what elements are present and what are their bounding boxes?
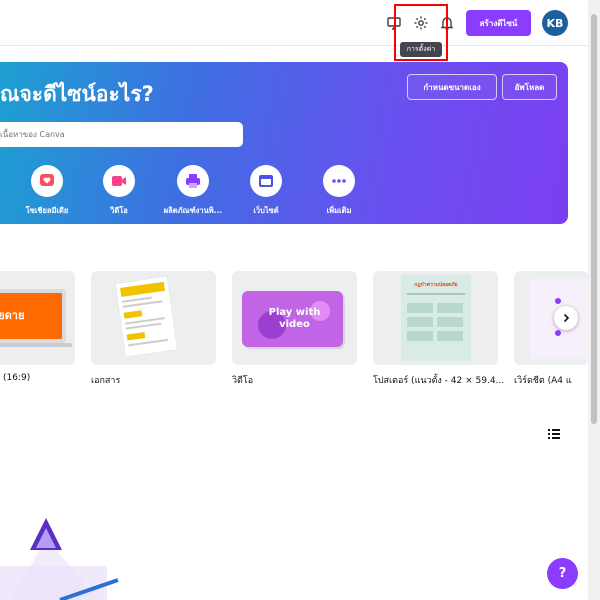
empty-state-illustration xyxy=(0,518,119,600)
avatar[interactable]: KB xyxy=(542,10,568,36)
list-view-icon[interactable] xyxy=(548,428,562,440)
category-label: เพิ่มเติม xyxy=(326,206,352,215)
help-button[interactable]: ? xyxy=(547,558,578,589)
upload-button[interactable]: อัพโหลด xyxy=(502,74,557,100)
category-print-products[interactable]: ผลิตภัณฑ์งานพิ... xyxy=(153,165,233,217)
template-label: (16:9) xyxy=(3,373,31,383)
category-label: โซเชียลมีเดีย xyxy=(25,206,69,215)
template-label: เวิร์ดชีต (A4 แ xyxy=(514,376,572,386)
canva-home-page: สร้างดีไซน์ KB การตั้งค่า ณจะดีไซน์อะไร?… xyxy=(0,0,600,600)
search-input[interactable] xyxy=(0,122,243,147)
category-website[interactable]: เว็บไซต์ xyxy=(226,165,306,217)
create-design-button[interactable]: สร้างดีไซน์ xyxy=(466,10,531,36)
template-label: เอกสาร xyxy=(91,376,121,386)
browser-window-icon xyxy=(250,165,282,197)
template-label: โปสเตอร์ (แนวตั้ง - 42 × 59.4... xyxy=(373,376,505,386)
template-label: วิดีโอ xyxy=(232,376,254,386)
template-card-video[interactable]: Play with video xyxy=(232,271,357,365)
top-bar: สร้างดีไซน์ KB xyxy=(0,0,588,46)
thumb-text: Play with video xyxy=(268,307,321,330)
more-dots-icon xyxy=(323,165,355,197)
template-card-poster[interactable]: กฎกำความปลอดภัย xyxy=(373,271,498,365)
heart-icon xyxy=(31,165,63,197)
thumb-text: กฎกำความปลอดภัย xyxy=(414,282,458,288)
printer-icon xyxy=(177,165,209,197)
chevron-right-icon xyxy=(563,313,570,323)
category-label: วิดีโอ xyxy=(110,206,128,215)
scrollbar-thumb[interactable] xyxy=(591,14,597,424)
template-card-document[interactable] xyxy=(91,271,216,365)
category-label: เว็บไซต์ xyxy=(253,206,279,215)
custom-size-button[interactable]: กำหนดขนาดเอง xyxy=(407,74,497,100)
template-card-presentation[interactable]: ด์ ายดาย xyxy=(0,271,75,365)
thumb-text: ด์ ายดาย xyxy=(0,309,25,322)
hero-title: ณจะดีไซน์อะไร? xyxy=(0,82,154,106)
video-camera-icon xyxy=(103,165,135,197)
category-label: ผลิตภัณฑ์งานพิ... xyxy=(163,206,223,215)
category-video[interactable]: วิดีโอ xyxy=(79,165,159,217)
category-more[interactable]: เพิ่มเติม xyxy=(299,165,379,217)
carousel-next-button[interactable] xyxy=(554,306,578,330)
settings-tooltip: การตั้งค่า xyxy=(400,42,442,57)
category-social-media[interactable]: โซเชียลมีเดีย xyxy=(7,165,87,217)
